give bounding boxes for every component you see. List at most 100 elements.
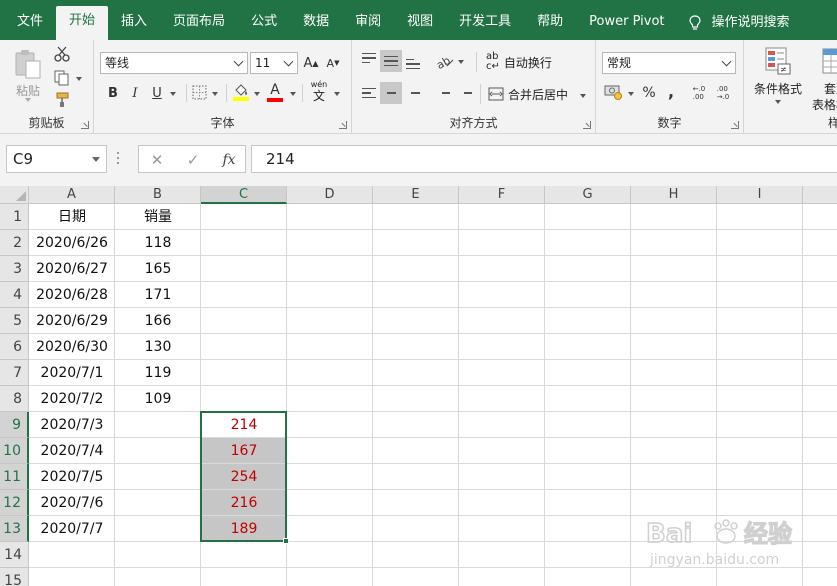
accounting-format-icon[interactable] <box>604 84 624 100</box>
align-top-button[interactable] <box>358 50 380 72</box>
comma-style-button[interactable]: , <box>660 80 682 102</box>
cell-a12[interactable]: 2020/7/6 <box>29 490 115 516</box>
select-all-button[interactable] <box>0 186 29 204</box>
fill-color-icon[interactable] <box>232 82 250 102</box>
menu-developer[interactable]: 开发工具 <box>446 7 524 39</box>
column-header-d[interactable]: D <box>287 186 373 204</box>
cell-a3[interactable]: 2020/6/27 <box>29 256 115 282</box>
merge-center-button[interactable]: 合并后居中 <box>488 84 568 104</box>
copy-dropdown-icon[interactable] <box>76 77 82 81</box>
cell-a10[interactable]: 2020/7/4 <box>29 438 115 464</box>
conditional-format-dropdown-icon[interactable] <box>775 100 781 104</box>
cell-a13[interactable]: 2020/7/7 <box>29 516 115 542</box>
cell-a2[interactable]: 2020/6/26 <box>29 230 115 256</box>
phonetic-dropdown-icon[interactable] <box>334 92 340 96</box>
accounting-dropdown-icon[interactable] <box>628 92 634 96</box>
phonetic-button[interactable]: wén 文 <box>308 80 330 104</box>
alignment-launcher-icon[interactable] <box>583 121 591 129</box>
cell-a9[interactable]: 2020/7/3 <box>29 412 115 438</box>
border-icon[interactable] <box>192 85 208 101</box>
conditional-format-button[interactable]: ≠ 条件格式 <box>750 46 806 108</box>
border-dropdown-icon[interactable] <box>212 92 218 96</box>
tell-me-search[interactable]: 操作说明搜索 <box>678 7 800 39</box>
merge-center-dropdown-icon[interactable] <box>580 94 586 98</box>
row-header-7[interactable]: 7 <box>0 360 29 386</box>
row-header-15[interactable]: 15 <box>0 568 29 586</box>
align-bottom-button[interactable] <box>402 50 424 72</box>
column-header-e[interactable]: E <box>373 186 459 204</box>
row-header-10[interactable]: 10 <box>0 438 29 464</box>
resize-handle[interactable] <box>117 152 120 166</box>
menu-review[interactable]: 审阅 <box>342 7 394 39</box>
increase-decimal-button[interactable]: ←.0.00 <box>688 82 710 104</box>
menu-insert[interactable]: 插入 <box>108 7 160 39</box>
orientation-dropdown-icon[interactable] <box>458 60 464 64</box>
fill-color-dropdown-icon[interactable] <box>254 92 260 96</box>
italic-button[interactable]: I <box>124 82 146 104</box>
cell-a8[interactable]: 2020/7/2 <box>29 386 115 412</box>
row-header-5[interactable]: 5 <box>0 308 29 334</box>
column-header-h[interactable]: H <box>631 186 717 204</box>
enter-icon[interactable]: ✓ <box>183 150 203 170</box>
column-header-g[interactable]: G <box>545 186 631 204</box>
cell-b6[interactable]: 130 <box>115 334 201 360</box>
decrease-decimal-button[interactable]: .00 →.0 <box>712 82 734 104</box>
cell-b8[interactable]: 109 <box>115 386 201 412</box>
cell-b2[interactable]: 118 <box>115 230 201 256</box>
column-header-partial[interactable] <box>803 186 837 204</box>
clipboard-launcher-icon[interactable] <box>81 121 89 129</box>
row-header-11[interactable]: 11 <box>0 464 29 490</box>
menu-data[interactable]: 数据 <box>290 7 342 39</box>
insert-function-icon[interactable]: fx <box>219 150 239 170</box>
cell-a5[interactable]: 2020/6/29 <box>29 308 115 334</box>
fill-handle[interactable] <box>283 538 289 544</box>
cut-icon[interactable] <box>54 46 70 62</box>
row-header-2[interactable]: 2 <box>0 230 29 256</box>
menu-home[interactable]: 开始 <box>56 6 109 40</box>
font-size-combo[interactable]: 11 <box>250 52 298 74</box>
row-header-1[interactable]: 1 <box>0 204 29 230</box>
font-name-combo[interactable]: 等线 <box>100 52 248 74</box>
cell-b4[interactable]: 171 <box>115 282 201 308</box>
cell-a4[interactable]: 2020/6/28 <box>29 282 115 308</box>
cell-b1[interactable]: 销量 <box>115 204 201 230</box>
column-header-i[interactable]: I <box>717 186 803 204</box>
menu-formulas[interactable]: 公式 <box>238 7 290 39</box>
wrap-text-button[interactable]: ab c↵ 自动换行 <box>486 52 552 72</box>
underline-button[interactable]: U <box>146 82 168 104</box>
align-right-button[interactable] <box>402 82 424 104</box>
cancel-icon[interactable]: ✕ <box>147 150 167 170</box>
align-middle-button[interactable] <box>380 50 402 72</box>
shrink-font-button[interactable]: A ▼ <box>322 52 344 74</box>
row-header-4[interactable]: 4 <box>0 282 29 308</box>
menu-help[interactable]: 帮助 <box>524 7 576 39</box>
column-header-f[interactable]: F <box>459 186 545 204</box>
cell-a6[interactable]: 2020/6/30 <box>29 334 115 360</box>
font-launcher-icon[interactable] <box>339 121 347 129</box>
align-left-button[interactable] <box>358 82 380 104</box>
cell-a7[interactable]: 2020/7/1 <box>29 360 115 386</box>
name-box[interactable]: C9 <box>6 145 107 173</box>
cell-a11[interactable]: 2020/7/5 <box>29 464 115 490</box>
paste-button[interactable]: 粘贴 <box>8 46 48 102</box>
font-color-dropdown-icon[interactable] <box>290 92 296 96</box>
number-format-combo[interactable]: 常规 <box>602 52 736 74</box>
cell-b7[interactable]: 119 <box>115 360 201 386</box>
cell-a1[interactable]: 日期 <box>29 204 115 230</box>
grow-font-button[interactable]: A ▲ <box>300 52 322 74</box>
percent-style-button[interactable]: % <box>638 82 660 104</box>
row-header-8[interactable]: 8 <box>0 386 29 412</box>
font-color-button[interactable]: A <box>264 80 286 104</box>
increase-indent-button[interactable] <box>454 82 476 104</box>
orientation-icon[interactable]: ab <box>436 54 454 70</box>
underline-dropdown-icon[interactable] <box>170 92 176 96</box>
align-center-button[interactable] <box>380 82 402 104</box>
menu-file[interactable]: 文件 <box>4 7 56 39</box>
row-header-9[interactable]: 9 <box>0 412 29 438</box>
menu-page-layout[interactable]: 页面布局 <box>160 7 238 39</box>
format-as-table-button[interactable]: 套用 表格格 <box>812 46 837 112</box>
number-launcher-icon[interactable] <box>731 121 739 129</box>
menu-power-pivot[interactable]: Power Pivot <box>576 7 677 39</box>
copy-icon[interactable] <box>54 70 70 86</box>
row-header-3[interactable]: 3 <box>0 256 29 282</box>
